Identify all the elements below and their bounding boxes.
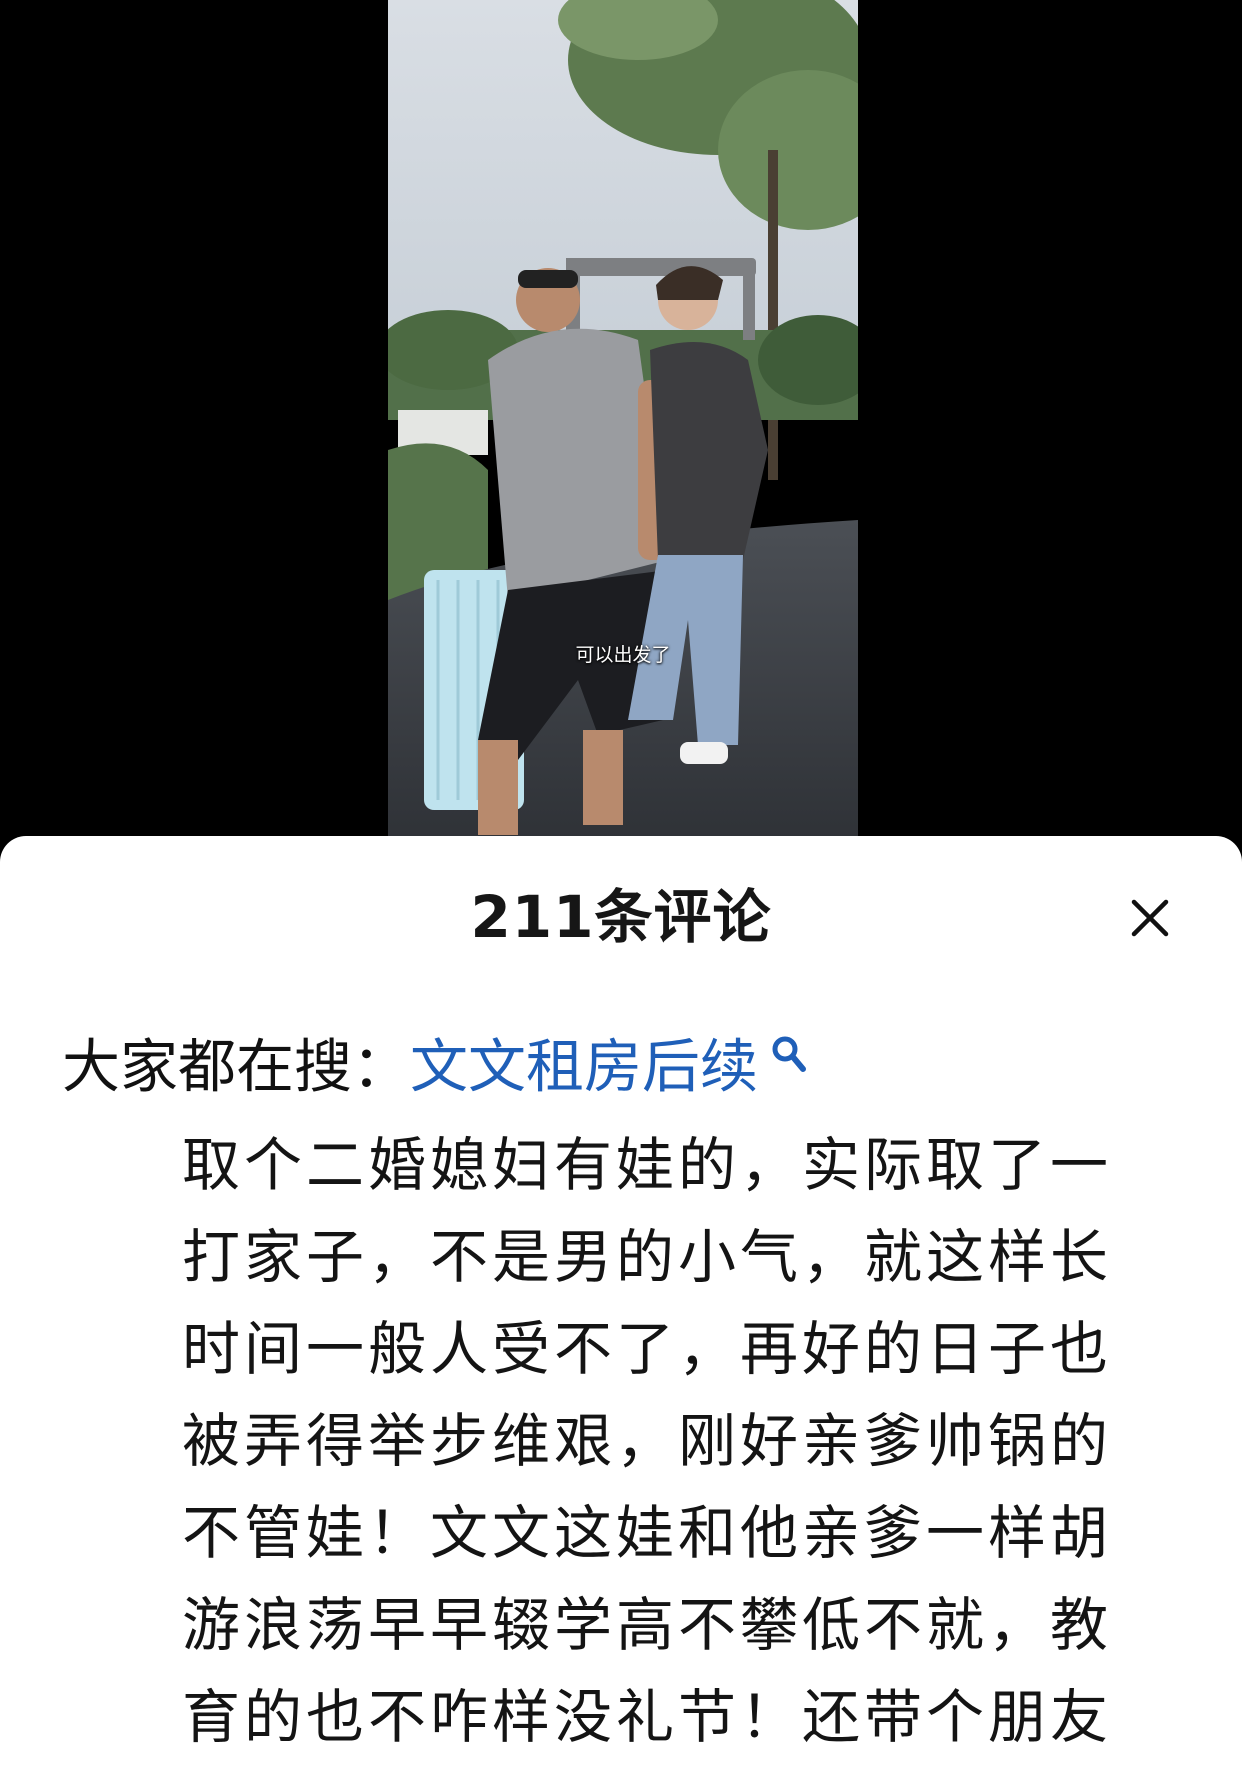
close-button[interactable] <box>1124 892 1176 944</box>
comments-count-title: 211条评论 <box>470 883 772 951</box>
video-caption: 可以出发了 <box>575 644 671 666</box>
video-frame <box>388 0 858 850</box>
close-icon <box>1131 899 1169 937</box>
video-player[interactable]: 可以出发了 <box>388 0 858 850</box>
trending-search-row: 大家都在搜：文文租房后续 <box>62 1031 808 1101</box>
comments-sheet: 211条评论 大家都在搜：文文租房后续 取个二婚媳妇有娃的，实际取了一打家子，不… <box>0 836 1242 1774</box>
trending-search-link[interactable]: 文文租房后续 <box>410 1033 758 1101</box>
comment-body: 取个二婚媳妇有娃的，实际取了一打家子，不是男的小气，就这样长时间一般人受不了，再… <box>182 1131 1113 1751</box>
trending-search-label: 大家都在搜： <box>62 1032 411 1101</box>
search-icon[interactable] <box>768 1033 808 1073</box>
screen: 可以出发了 211条评论 大家都在搜：文文租房后续 取个二婚媳妇有娃的，实际取了… <box>0 0 1242 1774</box>
